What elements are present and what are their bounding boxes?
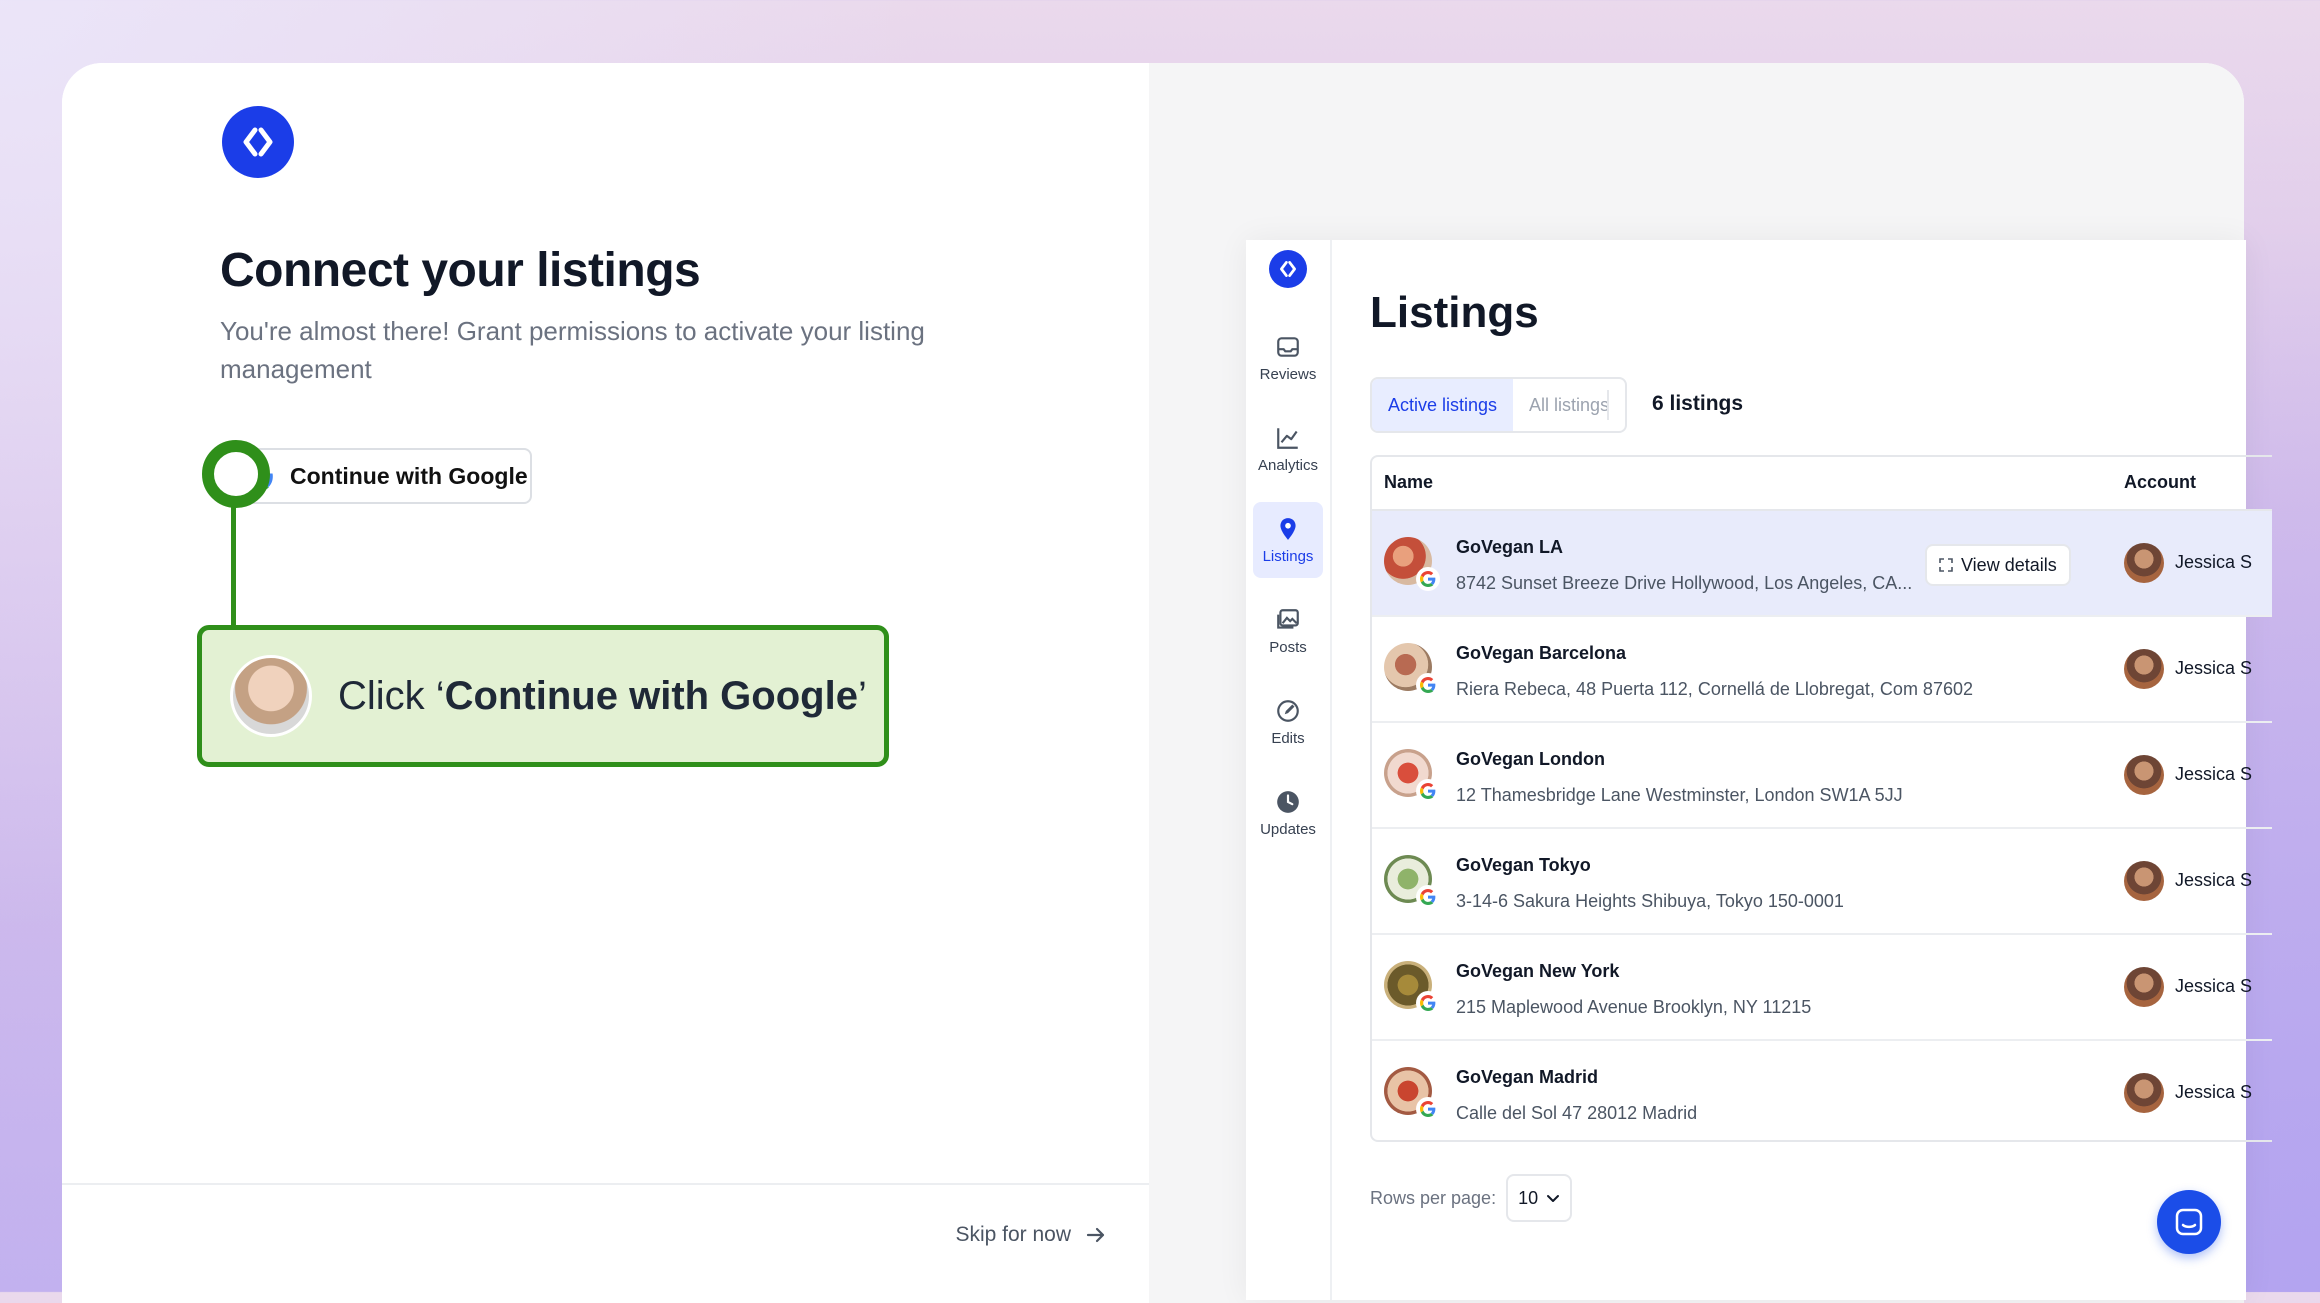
nav-item-analytics[interactable]: Analytics: [1253, 411, 1323, 487]
listings-table: Name Account GoVegan LA 8742 Sunset Bree…: [1370, 455, 2272, 1142]
app-main: Listings Active listings All listings 6 …: [1330, 240, 2272, 1300]
arrow-right-icon: [1086, 1227, 1105, 1243]
google-badge-icon: [1416, 673, 1440, 697]
column-header-account: Account: [2124, 472, 2196, 492]
nav-label-analytics: Analytics: [1257, 456, 1319, 474]
nav-item-listings[interactable]: Listings: [1253, 502, 1323, 578]
table-row[interactable]: GoVegan Tokyo 3-14-6 Sakura Heights Shib…: [1372, 829, 2272, 935]
nav-item-posts[interactable]: Posts: [1253, 593, 1323, 669]
nav-item-updates[interactable]: Updates: [1253, 775, 1323, 851]
account-name: Jessica S: [2175, 1082, 2253, 1102]
edit-icon: [1277, 699, 1299, 722]
brand-logo-icon: [243, 127, 273, 157]
google-badge-icon: [1416, 991, 1440, 1015]
nav-label-reviews: Reviews: [1259, 365, 1317, 383]
rows-per-page-label: Rows per page:: [1370, 1187, 1497, 1208]
view-details-button[interactable]: View details: [1925, 544, 2071, 586]
callout-suffix: ’: [857, 673, 867, 718]
callout-text: Click ‘Continue with Google’: [338, 674, 867, 719]
google-badge-icon: [1416, 1097, 1440, 1121]
page-subtitle: You're almost there! Grant permissions t…: [220, 316, 925, 384]
google-badge-icon: [1416, 779, 1440, 803]
listing-name: GoVegan Tokyo: [1456, 855, 1591, 875]
rows-per-page-value: 10: [1518, 1187, 1539, 1208]
listing-address: 12 Thamesbridge Lane Westminster, London…: [1456, 785, 1903, 805]
account-name: Jessica S: [2175, 658, 2253, 678]
callout-prefix: Click ‘: [338, 673, 445, 718]
listing-name: GoVegan LA: [1456, 537, 1564, 557]
footer-divider: [62, 1183, 1149, 1185]
account-name: Jessica S: [2175, 552, 2253, 572]
skip-for-now-label: Skip for now: [955, 1223, 1071, 1246]
view-details-label: View details: [1961, 554, 2057, 575]
account-avatar: [2124, 967, 2164, 1007]
account-avatar: [2124, 543, 2164, 583]
listing-name: GoVegan Madrid: [1456, 1067, 1599, 1087]
guide-avatar: [230, 655, 312, 737]
listings-app-preview: Reviews Analytics Listings Posts Edits U…: [1246, 240, 2272, 1300]
rows-per-page: Rows per page: 10: [1370, 1174, 1573, 1222]
listing-address: Riera Rebeca, 48 Puerta 112, Cornellá de…: [1456, 679, 1973, 699]
nav-label-listings: Listings: [1262, 547, 1314, 565]
google-badge-icon: [1416, 567, 1440, 591]
expand-icon: [1939, 558, 1953, 572]
inbox-icon: [1277, 336, 1299, 357]
rows-per-page-select[interactable]: 10: [1506, 1174, 1573, 1222]
brand-logo: [222, 106, 294, 178]
callout-anchor-dot: [202, 440, 270, 508]
account-avatar: [2124, 755, 2164, 795]
table-header: Name Account: [1372, 457, 2272, 511]
listing-tabs: Active listings All listings: [1370, 377, 1628, 433]
clock-icon: [1277, 790, 1299, 813]
listing-address: Calle del Sol 47 28012 Madrid: [1456, 1103, 1698, 1123]
callout-emphasis: Continue with Google: [444, 673, 858, 718]
listing-name: GoVegan London: [1456, 749, 1605, 769]
app-sidebar: Reviews Analytics Listings Posts Edits U…: [1246, 240, 1332, 1300]
listings-title: Listings: [1370, 288, 1539, 337]
skip-for-now-link[interactable]: Skip for now: [955, 1223, 1107, 1247]
chevron-down-icon: [1547, 1195, 1560, 1202]
account-name: Jessica S: [2175, 976, 2253, 996]
tabs-divider: [1607, 390, 1609, 420]
chart-icon: [1277, 427, 1298, 449]
google-badge-icon: [1416, 885, 1440, 909]
nav-label-posts: Posts: [1269, 638, 1307, 656]
nav-label-updates: Updates: [1260, 820, 1316, 838]
app-logo-icon: [1280, 261, 1296, 277]
nav-item-reviews[interactable]: Reviews: [1253, 320, 1323, 396]
account-name: Jessica S: [2175, 764, 2253, 784]
map-pin-icon: [1280, 517, 1296, 540]
images-icon: [1277, 608, 1299, 629]
listing-address: 215 Maplewood Avenue Brooklyn, NY 11215: [1456, 997, 1812, 1017]
chat-icon: [2175, 1208, 2203, 1236]
table-row[interactable]: GoVegan LA 8742 Sunset Breeze Drive Holl…: [1372, 511, 2272, 617]
column-header-name: Name: [1384, 472, 1434, 492]
account-avatar: [2124, 861, 2164, 901]
account-name: Jessica S: [2175, 870, 2253, 890]
app-logo[interactable]: [1269, 250, 1307, 288]
page-title: Connect your listings: [220, 244, 701, 297]
listing-name: GoVegan Barcelona: [1456, 643, 1627, 663]
account-avatar: [2124, 1073, 2164, 1113]
tab-active-listings[interactable]: Active listings: [1372, 379, 1514, 431]
table-row[interactable]: GoVegan Madrid Calle del Sol 47 28012 Ma…: [1372, 1041, 2272, 1140]
nav-item-edits[interactable]: Edits: [1253, 684, 1323, 760]
account-avatar: [2124, 649, 2164, 689]
nav-label-edits: Edits: [1271, 729, 1305, 747]
listing-address: 3-14-6 Sakura Heights Shibuya, Tokyo 150…: [1456, 891, 1844, 911]
table-row[interactable]: GoVegan London 12 Thamesbridge Lane West…: [1372, 723, 2272, 829]
table-row[interactable]: GoVegan Barcelona Riera Rebeca, 48 Puert…: [1372, 617, 2272, 723]
continue-with-google-label: Continue with Google: [290, 462, 528, 489]
listing-name: GoVegan New York: [1456, 961, 1620, 981]
table-row[interactable]: GoVegan New York 215 Maplewood Avenue Br…: [1372, 935, 2272, 1041]
callout-connector: [231, 502, 236, 628]
chat-launcher-button[interactable]: [2157, 1190, 2221, 1254]
listing-address: 8742 Sunset Breeze Drive Hollywood, Los …: [1456, 573, 1913, 593]
listings-count: 6 listings: [1652, 392, 1744, 415]
tour-callout: Click ‘Continue with Google’: [197, 625, 889, 767]
